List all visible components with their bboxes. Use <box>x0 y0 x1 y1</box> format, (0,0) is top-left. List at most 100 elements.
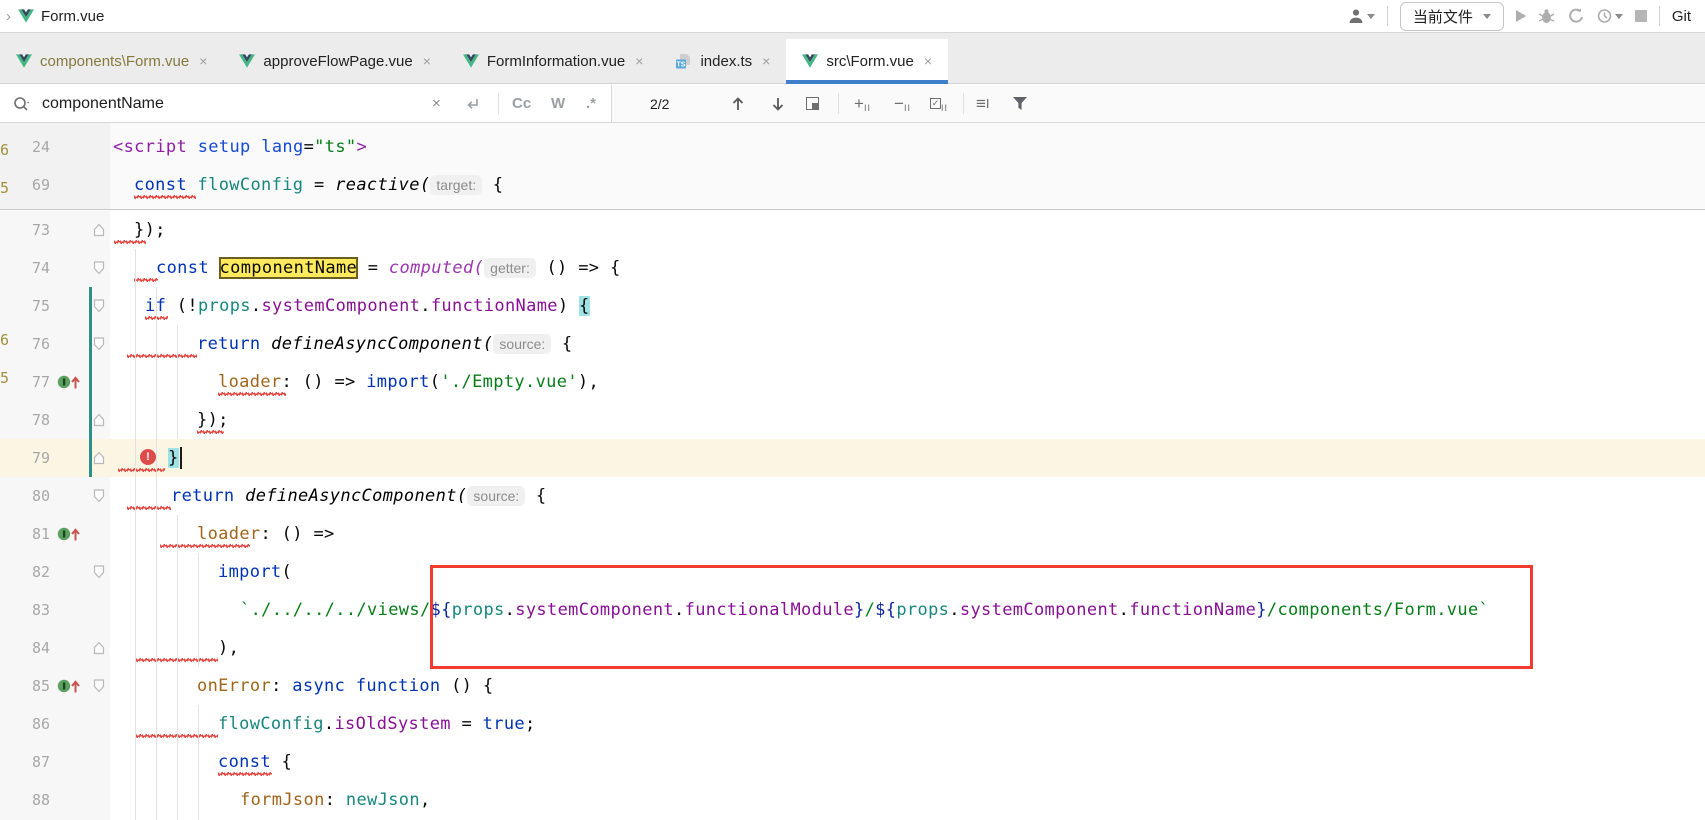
fold-marker-up[interactable] <box>93 223 105 237</box>
search-options-button[interactable]: ≡I <box>976 85 990 122</box>
code-line-74[interactable]: 74const componentName = computed(getter:… <box>0 249 1705 287</box>
token-plain: . <box>674 600 685 620</box>
token-plain: : () => <box>261 524 335 544</box>
regex-toggle[interactable]: .* <box>586 85 596 122</box>
token-plain: : <box>325 790 346 810</box>
token-plain <box>251 137 262 157</box>
code-line-87[interactable]: 87const { <box>0 743 1705 781</box>
search-icon[interactable] <box>12 85 32 122</box>
token-str: './Empty.vue' <box>440 372 578 392</box>
code-line-85[interactable]: 85onError: async function () { <box>0 667 1705 705</box>
new-line-icon[interactable] <box>464 85 482 122</box>
token-tag: <script <box>113 137 187 157</box>
typescript-file-icon: TS <box>675 53 692 70</box>
token-plain: { <box>525 486 546 506</box>
tab-close-icon[interactable]: × <box>423 53 431 69</box>
fold-marker-down[interactable] <box>93 565 105 579</box>
stop-button[interactable] <box>1635 10 1647 22</box>
fold-marker-up[interactable] <box>93 413 105 427</box>
remove-selection-button[interactable]: −II <box>894 85 911 122</box>
user-account-button[interactable] <box>1347 8 1375 24</box>
fold-marker-down[interactable] <box>93 299 105 313</box>
fold-marker-down[interactable] <box>93 261 105 275</box>
token-plain: : <box>271 676 292 696</box>
code-editor[interactable]: 73});74const componentName = computed(ge… <box>0 211 1705 820</box>
token-kw: async <box>292 676 345 696</box>
gutter-implementation-icon[interactable] <box>56 525 82 543</box>
sticky-lines-panel: 24<script setup lang="ts">69const flowCo… <box>0 123 1705 210</box>
token-plain <box>235 486 246 506</box>
search-input[interactable] <box>42 85 372 122</box>
clipped-edge-digit: 6 <box>0 141 8 159</box>
tab-approveflowpage.vue[interactable]: approveFlowPage.vue× <box>223 39 446 83</box>
clear-search-icon[interactable]: × <box>432 85 441 122</box>
token-search: componentName <box>220 258 358 278</box>
token-teal: flowConfig <box>198 175 304 195</box>
token-tag: > <box>357 137 368 157</box>
match-case-toggle[interactable]: Cc <box>512 85 531 122</box>
previous-occurrence-button[interactable] <box>730 85 746 122</box>
code-line-79[interactable]: 79!} <box>0 439 1705 477</box>
select-all-occurrences-button[interactable] <box>806 85 819 122</box>
next-occurrence-button[interactable] <box>770 85 786 122</box>
tab-index.ts[interactable]: TSindex.ts× <box>659 39 786 83</box>
code-line-24[interactable]: 24<script setup lang="ts"> <box>0 128 1705 166</box>
token-obj: loader <box>218 372 282 392</box>
tab-components-form.vue[interactable]: components\Form.vue× <box>0 39 223 83</box>
inspection-squiggle <box>118 468 165 472</box>
code-line-82[interactable]: 82import( <box>0 553 1705 591</box>
code-line-77[interactable]: 77loader: () => import('./Empty.vue'), <box>0 363 1705 401</box>
words-toggle[interactable]: W <box>551 85 565 122</box>
title-bar: › Form.vue 当前文件 <box>0 0 1705 33</box>
code-text: return defineAsyncComponent(source: { <box>197 325 573 363</box>
code-line-76[interactable]: 76return defineAsyncComponent(source: { <box>0 325 1705 363</box>
toggle-selections-button[interactable]: ✓II <box>930 85 948 122</box>
git-menu-label[interactable]: Git <box>1672 8 1691 25</box>
tab-forminformation.vue[interactable]: FormInformation.vue× <box>447 39 660 83</box>
debug-button[interactable] <box>1538 8 1555 24</box>
code-line-81[interactable]: 81loader: () => <box>0 515 1705 553</box>
token-prop: functionName <box>1129 600 1256 620</box>
run-with-coverage-button[interactable] <box>1567 8 1584 24</box>
tab-close-icon[interactable]: × <box>762 53 770 69</box>
run-button[interactable] <box>1516 10 1526 22</box>
token-teal: props <box>198 296 251 316</box>
token-plain: }); <box>134 220 166 240</box>
token-kw: true <box>483 714 525 734</box>
fold-marker-down[interactable] <box>93 679 105 693</box>
clipped-edge-digit: 5 <box>0 179 8 197</box>
fold-marker-up[interactable] <box>93 451 105 465</box>
fold-marker-up[interactable] <box>93 641 105 655</box>
code-line-86[interactable]: 86flowConfig.isOldSystem = true; <box>0 705 1705 743</box>
code-line-78[interactable]: 78}); <box>0 401 1705 439</box>
run-configuration-select[interactable]: 当前文件 <box>1400 2 1504 31</box>
gutter-implementation-icon[interactable] <box>56 677 82 695</box>
code-line-83[interactable]: 83`./../../../views/${props.systemCompon… <box>0 591 1705 629</box>
filter-icon[interactable] <box>1012 85 1028 122</box>
code-line-88[interactable]: 88formJson: newJson, <box>0 781 1705 819</box>
tab-close-icon[interactable]: × <box>635 53 643 69</box>
code-text: }); <box>197 401 229 439</box>
run-history-button[interactable] <box>1596 8 1623 24</box>
token-plain <box>187 175 198 195</box>
code-line-80[interactable]: 80return defineAsyncComponent(source: { <box>0 477 1705 515</box>
fold-marker-down[interactable] <box>93 337 105 351</box>
toolbar-divider <box>1387 6 1388 26</box>
token-plain: = <box>357 258 389 278</box>
code-line-84[interactable]: 84), <box>0 629 1705 667</box>
line-number: 88 <box>0 781 50 819</box>
tab-close-icon[interactable]: × <box>924 53 932 69</box>
code-line-73[interactable]: 73}); <box>0 211 1705 249</box>
tab-src-form.vue[interactable]: src\Form.vue× <box>786 39 948 83</box>
search-field[interactable]: × Cc W .* <box>0 85 612 122</box>
code-line-75[interactable]: 75if (!props.systemComponent.functionNam… <box>0 287 1705 325</box>
token-plain <box>345 676 356 696</box>
tab-close-icon[interactable]: × <box>199 53 207 69</box>
add-selection-button[interactable]: +II <box>854 85 871 122</box>
fold-marker-down[interactable] <box>93 489 105 503</box>
code-line-69[interactable]: 69const flowConfig = reactive(target: { <box>0 166 1705 204</box>
code-text: const componentName = computed(getter: (… <box>156 249 621 287</box>
gutter-implementation-icon[interactable] <box>56 373 82 391</box>
divider <box>838 93 839 114</box>
error-bulb-icon[interactable]: ! <box>140 449 156 465</box>
